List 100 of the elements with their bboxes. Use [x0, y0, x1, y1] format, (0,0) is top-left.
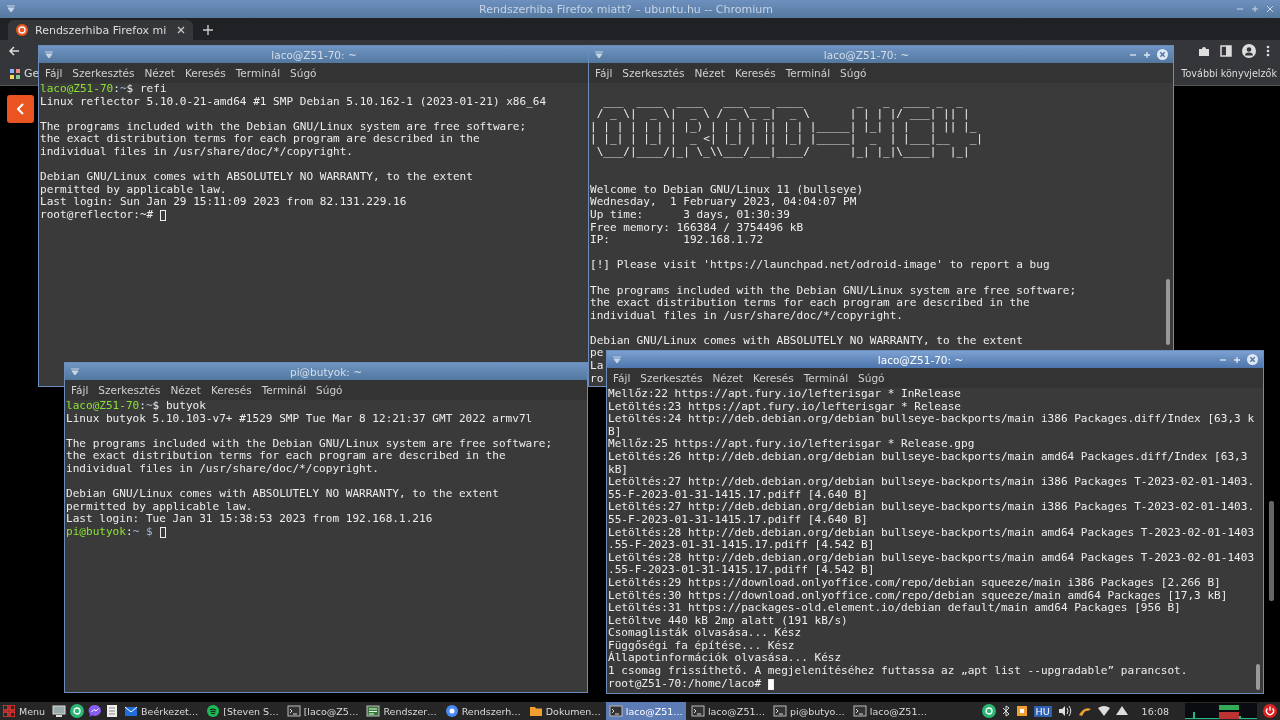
terminal-line: [!] Please visit 'https://launchpad.net/odroid-image' to report a bug — [590, 259, 1050, 272]
terminal-line: 1 csomag frissíthető. A megjelenítéséhez futtassa az „apt list --upgradable” parancsot. — [608, 665, 1188, 678]
bookmark-link[interactable]: Ge — [10, 67, 40, 80]
terminal-line: the exact distribution terms for each program are described in the — [40, 133, 480, 146]
terminal-line: Csomaglisták olvasása... Kész — [608, 627, 802, 640]
sync-icon[interactable] — [70, 704, 85, 718]
editor-icon — [366, 704, 381, 718]
maximize-icon[interactable] — [1233, 355, 1241, 364]
taskbar-button[interactable]: [Steven S… — [203, 702, 282, 720]
notepad-icon[interactable] — [106, 704, 119, 718]
window-menu-icon[interactable] — [44, 50, 54, 59]
volume-icon[interactable] — [1057, 705, 1072, 717]
more-bookmarks-link[interactable]: További könyvjelzők — [1181, 68, 1277, 79]
scrollbar-thumb[interactable] — [1269, 501, 1274, 601]
menu-item[interactable]: Keresés — [184, 67, 226, 79]
terminal-line: Letöltés:30 https://download.onlyoffice.com/repo/debian squeeze/main amd64 Packages [17,3 kB] — [608, 589, 1228, 602]
scrollbar-thumb[interactable] — [1256, 664, 1260, 690]
ascii-art-line: / _ \| _ \| _ \ / _ \_ _| _ \ | | | |/ ___| || | — [595, 108, 970, 121]
taskbar-button[interactable]: laco@Z51… — [605, 702, 686, 720]
kebab-menu-icon[interactable] — [1266, 45, 1270, 57]
terminal-line: Letöltés:29 https://download.onlyoffice.com/repo/debian squeeze/main i386 Packages [2.266 B] — [608, 576, 1221, 590]
terminal-line: pi@butyok:~ $ — [66, 525, 153, 539]
taskbar-button[interactable]: [laco@Z5… — [283, 702, 362, 720]
scrollbar-thumb[interactable] — [1166, 279, 1170, 345]
clock[interactable]: 16:08 — [1141, 705, 1169, 717]
menu-item[interactable]: Terminál — [803, 372, 849, 384]
taskbar-button[interactable]: Beérkezet… — [121, 702, 202, 720]
terminal-line: Letöltés:27 http://deb.debian.org/debian bullseye-backports/main i386 Packages T-2023-02-01-1403. — [608, 501, 1255, 514]
menu-item[interactable]: Keresés — [210, 384, 252, 396]
new-tab-icon[interactable] — [203, 25, 213, 35]
terminal-line: Állapotinformációk olvasása... Kész — [608, 652, 842, 665]
menu-item[interactable]: Szerkesztés — [72, 67, 135, 79]
back-button[interactable] — [7, 95, 34, 123]
menu-item[interactable]: Fájl — [45, 67, 63, 79]
terminal-line: IP: 192.168.1.72 — [590, 234, 764, 247]
menu-item[interactable]: Terminál — [235, 67, 281, 79]
terminal-line: Wednesday, 1 February 2023, 04:04:07 PM — [590, 196, 857, 209]
computer-icon[interactable] — [52, 704, 67, 718]
browser-tab[interactable]: Rendszerhiba Firefox mi — [8, 20, 193, 40]
terminal-icon — [608, 704, 623, 718]
taskbar-button[interactable]: Rendszer… — [363, 702, 440, 720]
menu-item[interactable]: Súgó — [840, 67, 867, 79]
terminal-line: pe — [590, 347, 604, 361]
package-icon[interactable] — [1015, 705, 1028, 717]
menu-item[interactable]: Fájl — [71, 384, 89, 396]
menu-item[interactable]: Nézet — [694, 67, 725, 79]
terminal-line: the exact distribution terms for each program are described in the — [590, 297, 1030, 310]
terminal-line: Letöltve 440 kB 2mp alatt (191 kB/s) — [608, 614, 848, 628]
tab-title: Rendszerhiba Firefox mi — [35, 23, 168, 37]
menu-item[interactable]: Terminál — [261, 384, 307, 396]
taskbar-button[interactable]: laco@Z51… — [849, 702, 930, 720]
window-menu-icon — [6, 5, 16, 13]
sidebar-icon[interactable] — [1220, 45, 1232, 57]
folder-icon — [528, 704, 543, 718]
terminal-line: The programs included with the Debian GNU/Linux system are free software; — [66, 437, 553, 451]
avatar-icon[interactable] — [1242, 44, 1256, 58]
power-icon[interactable] — [1263, 704, 1277, 718]
taskbar-button[interactable]: pi@butyo… — [769, 702, 848, 720]
taskbar-button[interactable]: Rendszerh… — [441, 702, 524, 720]
terminal-icon — [772, 704, 787, 718]
window-menu-icon[interactable] — [594, 50, 604, 59]
terminal-line: Letöltés:28 http://deb.debian.org/debian bullseye-backports/main amd64 Packages T-2023-02-01-1403 — [608, 526, 1255, 540]
chat-bubble-icon[interactable] — [88, 704, 103, 718]
bluetooth-icon[interactable] — [1001, 705, 1010, 717]
menu-item[interactable]: Szerkesztés — [622, 67, 685, 79]
start-menu-button[interactable]: Menu — [3, 705, 46, 717]
terminal-line: Mellőz:22 https://apt.fury.io/lefterisgar * InRelease — [608, 388, 961, 401]
maximize-icon[interactable] — [1143, 50, 1151, 59]
close-icon[interactable] — [1247, 354, 1258, 365]
menu-item[interactable]: Szerkesztés — [640, 372, 703, 384]
window-title: laco@Z51-70: ~ — [270, 48, 358, 61]
close-icon[interactable] — [1157, 49, 1168, 60]
menu-item[interactable]: Szerkesztés — [98, 384, 161, 396]
menu-item[interactable]: Fájl — [613, 372, 631, 384]
close-icon[interactable] — [177, 26, 185, 34]
menu-item[interactable]: Súgó — [290, 67, 317, 79]
taskbar-button[interactable]: laco@Z51… — [687, 702, 768, 720]
menu-item[interactable]: Súgó — [858, 372, 885, 384]
taskbar-button[interactable]: Dokumen… — [525, 702, 604, 720]
menu-item[interactable]: Nézet — [144, 67, 175, 79]
menu-item[interactable]: Nézet — [712, 372, 743, 384]
terminal-line: individual files in /usr/share/doc/*/copyright. — [40, 145, 354, 159]
menu-item[interactable]: Keresés — [734, 67, 776, 79]
terminal-line: the exact distribution terms for each program are described in the — [66, 450, 506, 463]
terminal-line: Last login: Tue Jan 31 15:38:53 2023 from 192.168.1.216 — [66, 513, 433, 526]
menu-item[interactable]: Nézet — [170, 384, 201, 396]
terminal-line: permitted by applicable law. — [40, 183, 227, 197]
menu-item[interactable]: Fájl — [595, 67, 613, 79]
ascii-art-line: | | | | | | | |_) | | | | || | | |_____| |_| | | | || |_ — [590, 120, 977, 133]
window-menu-icon[interactable] — [70, 367, 80, 376]
window-menu-icon[interactable] — [612, 355, 622, 364]
back-arrow-icon[interactable] — [8, 45, 20, 57]
sync-icon[interactable] — [981, 704, 996, 718]
menu-item[interactable]: Terminál — [785, 67, 831, 79]
ascii-art-line: | |_| | |_| | _ <| |_| | || |_| |_____| _ | |___|__ _| — [590, 133, 983, 146]
keyboard-layout-indicator[interactable]: HU — [1033, 705, 1052, 717]
menu-item[interactable]: Keresés — [752, 372, 794, 384]
music-icon — [206, 704, 221, 718]
menu-item[interactable]: Súgó — [316, 384, 343, 396]
wifi-icon[interactable] — [1097, 706, 1110, 716]
